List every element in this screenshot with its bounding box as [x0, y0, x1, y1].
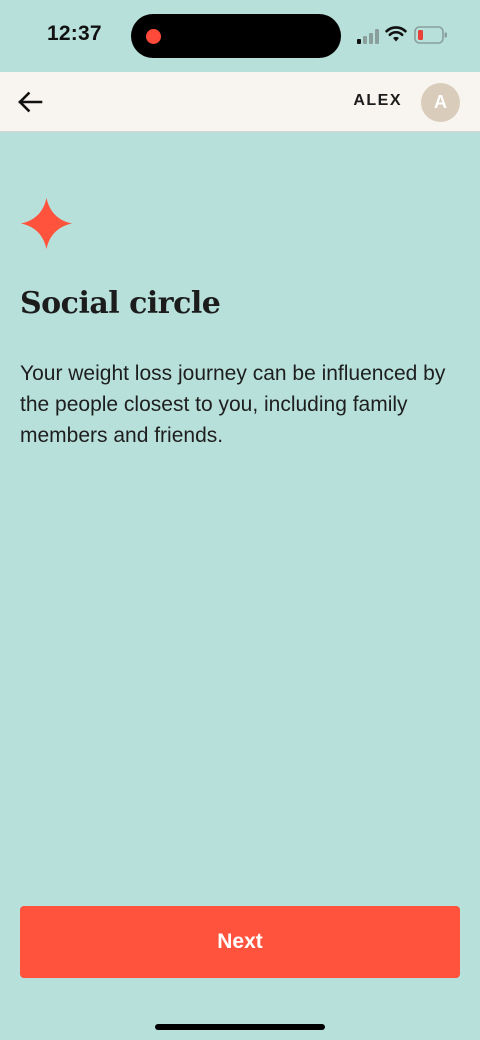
page-title: Social circle [20, 286, 221, 321]
sparkle-icon [21, 198, 72, 249]
avatar[interactable]: A [421, 83, 460, 122]
arrow-left-icon [18, 91, 43, 113]
home-indicator[interactable] [155, 1024, 325, 1030]
back-button[interactable] [14, 86, 46, 118]
next-button[interactable]: Next [20, 906, 460, 978]
wifi-icon [385, 26, 407, 42]
user-name: ALEX [353, 92, 402, 109]
top-navigation-bar: ALEX A [0, 72, 480, 132]
status-time: 12:37 [47, 22, 102, 45]
dynamic-island [131, 14, 341, 58]
battery-low-icon [414, 26, 447, 44]
recording-indicator-icon [146, 29, 161, 44]
page-description: Your weight loss journey can be influenc… [20, 362, 446, 447]
status-bar: 12:37 [0, 0, 480, 72]
cellular-signal-icon [357, 29, 379, 44]
